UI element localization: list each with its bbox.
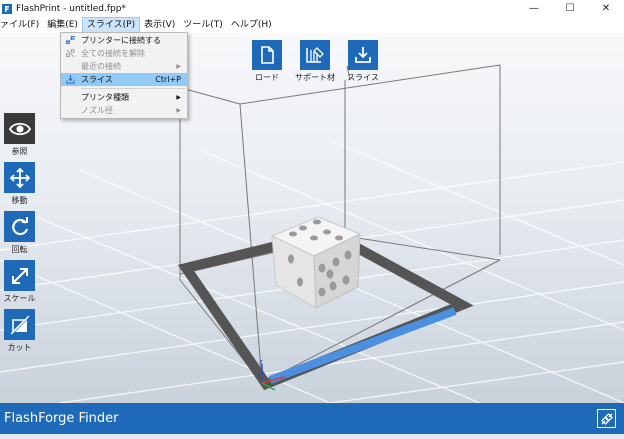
eye-icon	[8, 122, 31, 135]
move-tool[interactable]: 移動	[4, 162, 35, 206]
view-tool[interactable]: 参照	[4, 113, 35, 157]
menu-slice-item[interactable]: スライス Ctrl+P	[61, 73, 187, 86]
load-file-icon	[261, 46, 274, 64]
menu-slice[interactable]: スライス(P)	[81, 17, 141, 33]
bed-front-edge	[268, 307, 457, 384]
minimize-button[interactable]: —	[516, 0, 552, 17]
menu-help[interactable]: ヘルプ(H)	[227, 17, 276, 33]
menu-printer-type[interactable]: プリンタ種類 ▶	[61, 91, 187, 104]
printer-name: FlashForge Finder	[4, 411, 119, 426]
menu-disconnect-label: 全ての接続を解除	[81, 49, 145, 58]
window-title: FlashPrint - untitled.fpp*	[16, 3, 126, 14]
menu-tools[interactable]: ツール(T)	[179, 17, 227, 33]
slice-menu-icon	[66, 75, 75, 84]
menu-file[interactable]: ァイル(F)	[0, 17, 43, 33]
link-broken-icon	[600, 412, 613, 425]
slice-label: スライス	[347, 73, 379, 82]
maximize-button[interactable]: ☐	[552, 0, 588, 17]
move-arrows-icon	[9, 167, 30, 188]
menu-printer-type-label: プリンタ種類	[81, 93, 129, 102]
cut-icon	[10, 315, 29, 334]
menu-nozzle-diameter[interactable]: ノズル径 ▶	[61, 104, 187, 117]
scale-tool[interactable]: スケール	[3, 260, 36, 304]
menu-connect-printer[interactable]: プリンターに接続する	[61, 34, 187, 47]
link-icon	[66, 36, 75, 45]
close-button[interactable]: ✕	[588, 0, 624, 17]
dice-model[interactable]	[270, 216, 362, 309]
menu-recent-label: 最近の接続	[81, 62, 121, 71]
cut-tool[interactable]: カット	[4, 309, 35, 353]
menu-connect-label: プリンターに接続する	[81, 36, 161, 45]
left-toolbar: 参照 移動 回転 スケール カット	[3, 113, 36, 358]
status-bar: FlashForge Finder	[0, 403, 624, 434]
menu-recent-connections[interactable]: 最近の接続 ▶	[61, 60, 187, 73]
rotate-tool[interactable]: 回転	[4, 211, 35, 255]
flashprint-app-icon	[2, 3, 12, 14]
submenu-arrow-icon: ▶	[176, 63, 181, 70]
menu-disconnect-all[interactable]: 全ての接続を解除	[61, 47, 187, 60]
menu-slice-label: スライス	[81, 75, 113, 84]
submenu-arrow-icon: ▶	[176, 94, 181, 101]
support-label: サポート材	[295, 73, 335, 82]
move-tool-label: 移動	[11, 196, 28, 205]
menu-nozzle-label: ノズル径	[81, 106, 113, 115]
submenu-arrow-icon: ▶	[176, 107, 181, 114]
unlink-icon	[66, 49, 75, 58]
view-tool-label: 参照	[11, 147, 28, 156]
slice-button[interactable]: スライス	[346, 40, 380, 83]
top-toolbar: ロード サポート材 スライス	[250, 40, 380, 83]
cut-tool-label: カット	[7, 343, 32, 352]
scale-icon	[11, 267, 28, 284]
support-button[interactable]: サポート材	[295, 40, 335, 83]
menu-edit[interactable]: 編集(E)	[43, 17, 82, 33]
load-label: ロード	[255, 73, 279, 82]
support-icon	[306, 47, 324, 63]
printer-connection-button[interactable]	[597, 409, 616, 428]
rotate-tool-label: 回転	[11, 245, 28, 254]
rotate-icon	[11, 216, 28, 235]
window-bottom-edge	[0, 434, 624, 439]
z-axis-label: z	[259, 358, 263, 366]
menu-slice-shortcut: Ctrl+P	[155, 75, 181, 84]
scale-tool-label: スケール	[3, 294, 36, 303]
menu-view[interactable]: 表示(V)	[140, 17, 179, 33]
slice-menu-dropdown: プリンターに接続する 全ての接続を解除 最近の接続 ▶ スライス Ctrl+P …	[60, 32, 188, 119]
menu-bar: ァイル(F) 編集(E) スライス(P) 表示(V) ツール(T) ヘルプ(H)	[0, 17, 624, 33]
slice-icon	[355, 47, 371, 63]
title-bar: FlashPrint - untitled.fpp* — ☐ ✕	[0, 0, 624, 17]
menu-separator	[81, 88, 185, 89]
load-button[interactable]: ロード	[250, 40, 284, 83]
